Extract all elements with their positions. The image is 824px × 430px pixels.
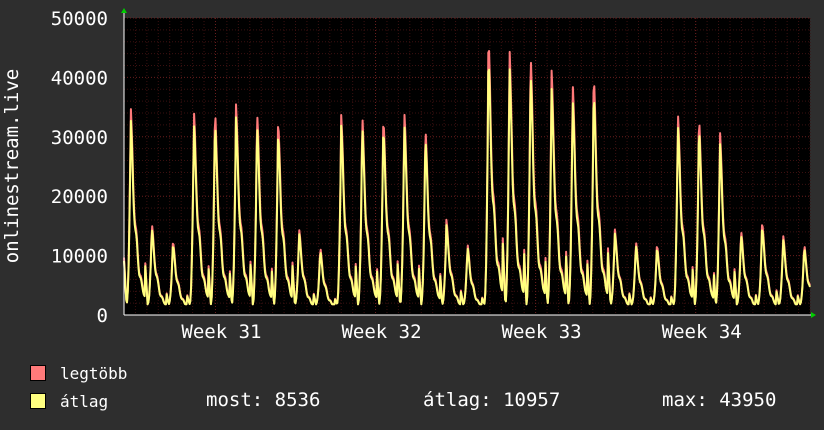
stat-max: max: 43950 [662,389,777,411]
y-axis-arrow [121,8,127,13]
stat-average: átlag: 10957 [423,389,561,411]
y-axis-title: onlinestream.live [1,69,23,263]
legend-label-max: legtöbb [60,363,128,383]
y-tick-label: 0 [97,305,108,327]
y-tick-label: 40000 [51,67,108,89]
legend-item-max: legtöbb [30,360,127,386]
legend-label-avg: átlag [60,391,109,411]
x-axis-arrow [811,312,816,318]
legend-item-avg: átlag [30,388,108,414]
y-tick-label: 20000 [51,186,108,208]
y-tick-labels: 0 10000 20000 30000 40000 50000 [51,8,108,327]
x-tick-label: Week 31 [181,321,261,343]
stat-now: most: 8536 [206,389,321,411]
y-tick-label: 50000 [51,8,108,30]
x-tick-labels: Week 31 Week 32 Week 33 Week 34 [181,321,741,343]
legend-swatch-max [30,365,46,381]
x-tick-label: Week 32 [341,321,421,343]
x-tick-label: Week 34 [662,321,742,343]
legend-swatch-avg [30,393,46,409]
y-tick-label: 10000 [51,246,108,268]
y-tick-label: 30000 [51,127,108,149]
x-tick-label: Week 33 [502,321,582,343]
